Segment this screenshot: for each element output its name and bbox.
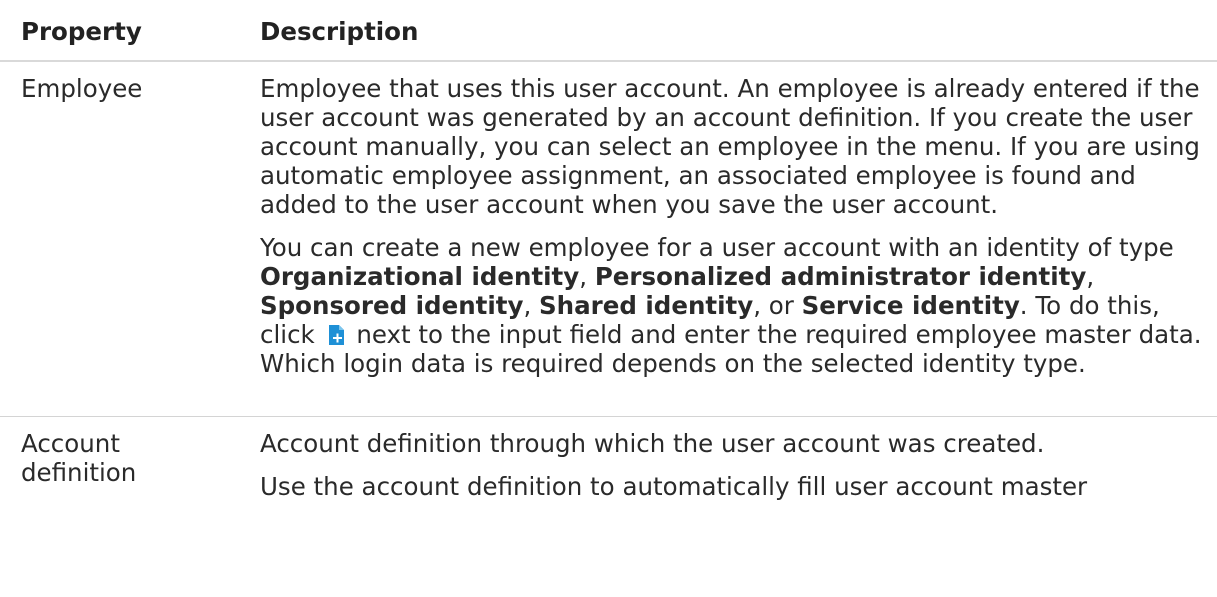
add-new-icon — [327, 324, 345, 346]
text-fragment: You can create a new employee for a user… — [260, 233, 1174, 262]
text-fragment: , — [579, 262, 595, 291]
identity-type-personalized-admin: Personalized administrator identity — [594, 262, 1087, 291]
description-account-definition: Account definition through which the use… — [260, 429, 1210, 501]
text-fragment: , — [523, 291, 540, 320]
identity-type-organizational: Organizational identity — [260, 262, 580, 291]
header-property: Property — [21, 17, 142, 46]
header-description: Description — [260, 17, 419, 46]
text-fragment: , or — [753, 291, 802, 320]
table-header-row: Property Description — [0, 0, 1217, 62]
text-fragment: , — [1086, 262, 1095, 291]
text-fragment: next to the input field and enter the re… — [260, 320, 1202, 378]
description-employee: Employee that uses this user account. An… — [260, 74, 1210, 378]
description-paragraph: You can create a new employee for a user… — [260, 233, 1210, 378]
description-paragraph: Employee that uses this user account. An… — [260, 74, 1200, 219]
table-row-account-definition: Account definition Account definition th… — [0, 417, 1217, 597]
description-paragraph: Use the account definition to automatica… — [260, 472, 1088, 501]
identity-type-service: Service identity — [801, 291, 1020, 320]
identity-type-shared: Shared identity — [539, 291, 754, 320]
property-employee: Employee — [21, 74, 143, 103]
table-row-employee: Employee Employee that uses this user ac… — [0, 62, 1217, 417]
property-account-definition: Account definition — [21, 429, 137, 487]
identity-type-sponsored: Sponsored identity — [260, 291, 524, 320]
property-table: Property Description Employee Employee t… — [0, 0, 1217, 597]
description-paragraph: Account definition through which the use… — [260, 429, 1045, 458]
